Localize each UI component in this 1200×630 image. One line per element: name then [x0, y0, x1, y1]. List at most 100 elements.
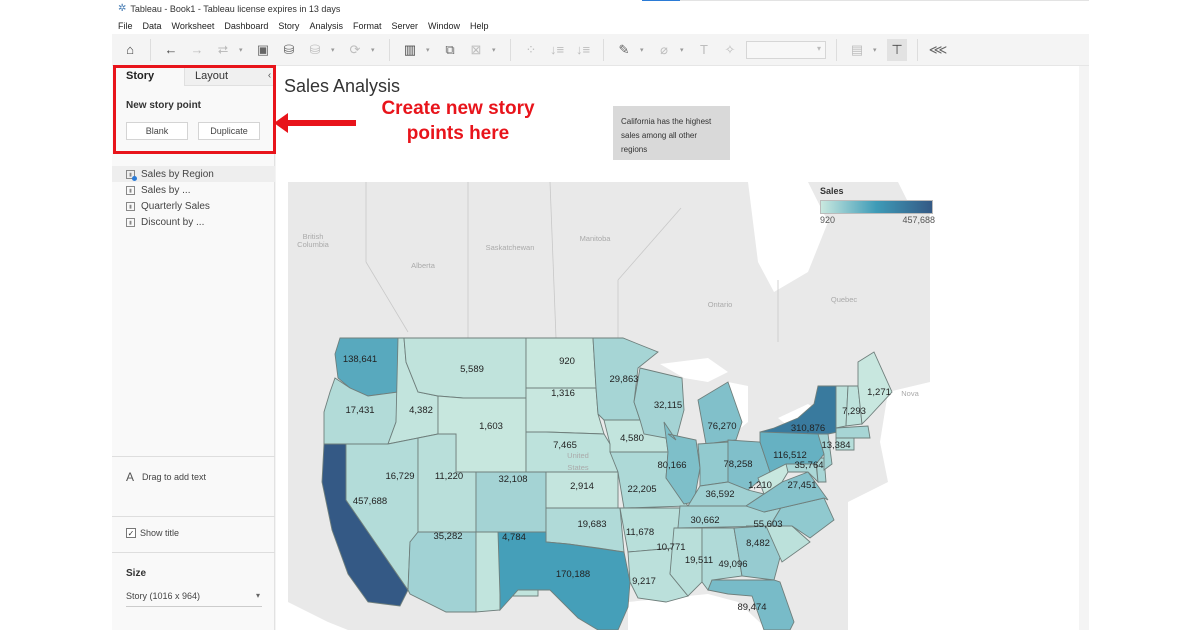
- home-icon[interactable]: ⌂: [120, 39, 140, 61]
- state-value-label: 1,210: [748, 480, 772, 491]
- legend-range: 920 457,688: [820, 215, 935, 225]
- fit-dropdown[interactable]: [746, 40, 826, 59]
- show-title-toggle[interactable]: ✓ Show title: [126, 528, 179, 538]
- sheet-item-sales-by[interactable]: ▮ Sales by ...: [112, 182, 275, 198]
- worksheet-icon: ▮: [126, 185, 135, 195]
- state-value-label: 138,641: [343, 354, 377, 365]
- state-value-label: 78,258: [723, 459, 752, 470]
- menu-window[interactable]: Window: [428, 21, 460, 31]
- pin-icon[interactable]: ✧: [720, 39, 740, 61]
- sheet-label: Sales by Region: [141, 168, 214, 180]
- menu-help[interactable]: Help: [470, 21, 489, 31]
- callout-arrow-icon: [274, 113, 356, 133]
- size-heading: Size: [126, 568, 147, 579]
- toolbar-separator: [836, 38, 837, 61]
- sheet-item-discount-by[interactable]: ▮ Discount by ...: [112, 214, 275, 230]
- pause-dropdown-icon[interactable]: ▾: [331, 46, 339, 54]
- legend-max: 457,688: [902, 215, 935, 225]
- sales-legend[interactable]: Sales 920 457,688: [820, 186, 935, 225]
- story-annotation[interactable]: California has the highest sales among a…: [613, 106, 730, 160]
- state-value-label: 32,115: [654, 400, 682, 411]
- menu-worksheet[interactable]: Worksheet: [172, 21, 215, 31]
- state-value-label: 9,217: [632, 576, 656, 587]
- highlight-dropdown-icon[interactable]: ▾: [640, 46, 648, 54]
- worksheet-icon: ▮: [126, 217, 135, 227]
- menu-dashboard[interactable]: Dashboard: [224, 21, 268, 31]
- highlight-box: [113, 65, 276, 154]
- region-label: States: [567, 463, 589, 472]
- show-me-dropdown-icon[interactable]: ▾: [873, 46, 881, 54]
- tableau-logo-icon: ✲: [118, 3, 127, 14]
- clear-sheet-icon[interactable]: ⊠: [466, 39, 486, 61]
- toolbar-separator: [917, 38, 918, 61]
- region-label: Saskatchewan: [486, 243, 535, 252]
- callout-line-1: Create new story: [381, 98, 535, 119]
- redo-icon[interactable]: ⮂: [213, 39, 233, 61]
- sort-descending-icon[interactable]: ↓≡: [573, 39, 593, 61]
- state-value-label: 8,482: [746, 538, 770, 549]
- state-value-label: 170,188: [556, 569, 590, 580]
- new-worksheet-icon[interactable]: ▥: [400, 39, 420, 61]
- state-value-label: 1,603: [479, 421, 503, 432]
- text-object-icon: A: [126, 470, 135, 484]
- state-value-label: 5,589: [460, 364, 484, 375]
- show-me-icon[interactable]: ▤: [847, 39, 867, 61]
- refresh-icon[interactable]: ⟳: [345, 39, 365, 61]
- pause-updates-icon[interactable]: ⛁: [305, 39, 325, 61]
- sheet-item-sales-by-region[interactable]: ▮ Sales by Region: [112, 166, 275, 182]
- back-icon[interactable]: ←: [161, 39, 181, 61]
- state-value-label: 4,382: [409, 405, 433, 416]
- legend-min: 920: [820, 215, 836, 225]
- menu-story[interactable]: Story: [278, 21, 299, 31]
- share-icon[interactable]: ⋘: [928, 39, 948, 61]
- new-data-source-icon[interactable]: ⛁: [279, 39, 299, 61]
- state-value-label: 16,729: [385, 471, 414, 482]
- state-value-label: 30,662: [690, 515, 719, 526]
- clear-dropdown-icon[interactable]: ▾: [492, 46, 500, 54]
- region-label: Columbia: [297, 240, 330, 249]
- save-icon[interactable]: ▣: [253, 39, 273, 61]
- state-value-label: 19,683: [577, 519, 606, 530]
- map-svg[interactable]: 138,641 17,431 457,688 4,382 16,729 5,589 1,60…: [288, 182, 930, 630]
- callout-line-2: points here: [406, 123, 510, 144]
- menu-file[interactable]: File: [118, 21, 133, 31]
- legend-title: Sales: [820, 186, 844, 196]
- divider: [112, 516, 275, 517]
- duplicate-sheet-icon[interactable]: ⧉: [440, 39, 460, 61]
- menu-format[interactable]: Format: [353, 21, 382, 31]
- redo-dropdown-icon[interactable]: ▾: [239, 46, 247, 54]
- drag-to-add-text[interactable]: A Drag to add text: [126, 470, 206, 484]
- state-value-label: 10,771: [656, 542, 685, 553]
- menu-analysis[interactable]: Analysis: [309, 21, 343, 31]
- right-gutter: [1079, 66, 1089, 630]
- attach-dropdown-icon[interactable]: ▾: [680, 46, 688, 54]
- sales-map[interactable]: 138,641 17,431 457,688 4,382 16,729 5,589 1,60…: [288, 182, 930, 630]
- refresh-dropdown-icon[interactable]: ▾: [371, 46, 379, 54]
- state-massachusetts[interactable]: [835, 425, 871, 439]
- sort-ascending-icon[interactable]: ↓≡: [547, 39, 567, 61]
- state-value-label: 310,876: [791, 423, 825, 434]
- label-icon[interactable]: T: [694, 39, 714, 61]
- state-value-label: 80,166: [657, 460, 686, 471]
- new-worksheet-dropdown-icon[interactable]: ▾: [426, 46, 434, 54]
- show-title-checkbox[interactable]: ✓: [126, 528, 136, 538]
- menu-data[interactable]: Data: [143, 21, 162, 31]
- sheet-label: Discount by ...: [141, 216, 205, 228]
- menu-server[interactable]: Server: [391, 21, 418, 31]
- forward-icon[interactable]: →: [187, 39, 207, 61]
- group-icon[interactable]: ⁘: [521, 39, 541, 61]
- state-value-label: 7,293: [842, 406, 866, 417]
- highlight-icon[interactable]: ✎: [614, 39, 634, 61]
- size-dropdown[interactable]: Story (1016 x 964): [126, 591, 262, 607]
- state-value-label: 35,764: [794, 460, 823, 471]
- divider: [112, 456, 275, 457]
- story-title[interactable]: Sales Analysis: [284, 76, 400, 97]
- story-canvas: Sales Analysis California has the highes…: [276, 66, 1079, 630]
- worksheet-icon: ▮: [126, 169, 137, 181]
- region-label: Nova: [901, 389, 919, 398]
- divider: [112, 552, 275, 553]
- state-value-label: 1,271: [867, 387, 891, 398]
- sheet-item-quarterly-sales[interactable]: ▮ Quarterly Sales: [112, 198, 275, 214]
- attach-icon[interactable]: ⌀: [654, 39, 674, 61]
- presentation-mode-icon[interactable]: ⊤: [887, 38, 907, 61]
